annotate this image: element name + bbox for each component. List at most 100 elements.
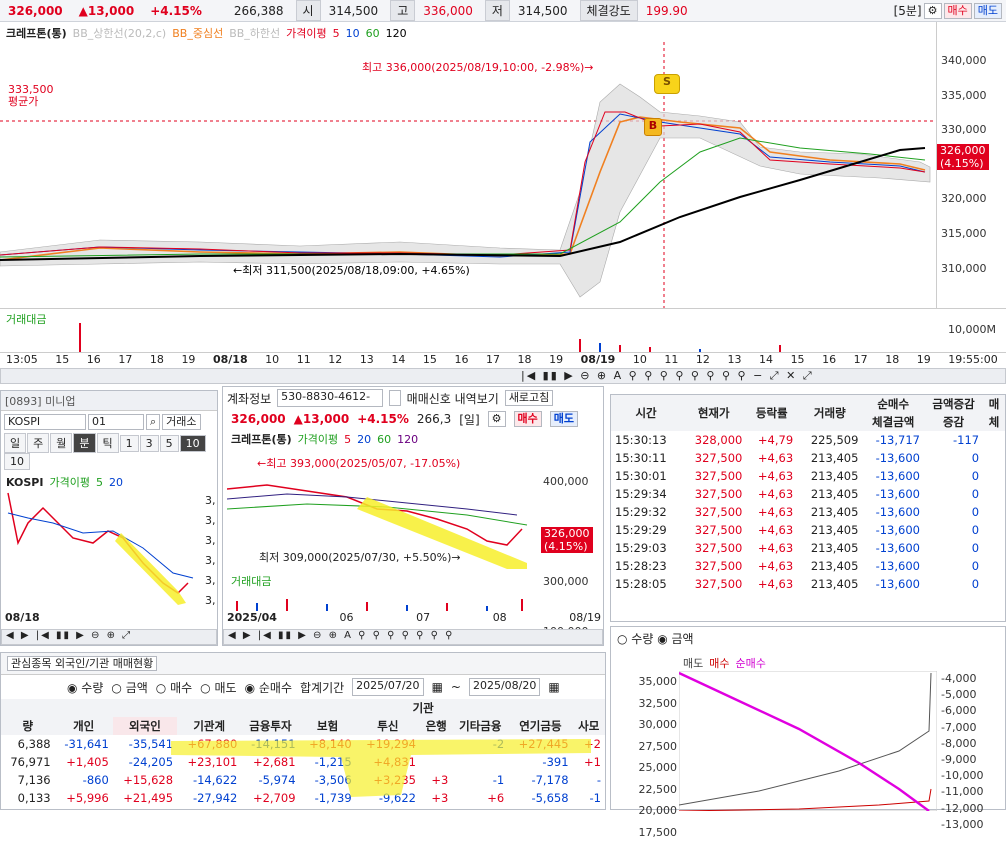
search-icon[interactable]: ⌕	[146, 414, 160, 430]
investor-tab-row: 관심종목 외국인/기관 매매현황	[1, 653, 605, 675]
tick-cell: 328,000	[681, 431, 746, 449]
tab-minute[interactable]: 분	[73, 433, 95, 453]
flow-right-axis: -4,000-5,000-6,000-7,000-8,000-9,000-10,…	[941, 671, 983, 833]
col-extra[interactable]: 매	[983, 395, 1005, 413]
gear-icon[interactable]: ⚙	[488, 411, 506, 427]
mini-price-tag-value: 326,000	[544, 527, 590, 540]
refresh-button[interactable]: 새로고침	[505, 390, 553, 406]
change-rate: +4.15%	[142, 4, 210, 18]
tab-week[interactable]: 주	[27, 433, 49, 453]
inv-col-header[interactable]: 개인	[55, 717, 113, 735]
y-label: 310,000	[941, 252, 987, 287]
mini-x-label: 08	[493, 611, 507, 624]
tick-row[interactable]: 15:29:29327,500+4,63213,405-13,6000	[611, 521, 1005, 539]
date-from-input[interactable]: 2025/07/20	[352, 678, 423, 696]
inv-radio-net[interactable]: ◉ 순매수	[245, 679, 292, 696]
tab-5[interactable]: 5	[160, 435, 179, 452]
inv-radio-sell[interactable]: ○ 매도	[200, 679, 236, 696]
tab-1[interactable]: 1	[120, 435, 139, 452]
index-name-input[interactable]: KOSPI	[4, 414, 86, 430]
flow-plot[interactable]	[679, 671, 937, 811]
col-net-buy[interactable]: 순매수	[862, 395, 924, 413]
inv-col-header[interactable]: 기타금융	[452, 717, 508, 735]
tick-row[interactable]: 15:29:34327,500+4,63213,405-13,6000	[611, 485, 1005, 503]
chart-toolbar-icons[interactable]: |◀ ▮▮ ▶ ⊖ ⊕ A ⚲ ⚲ ⚲ ⚲ ⚲ ⚲ ⚲ ⚲ − ⤢ ✕ ⤢	[521, 369, 814, 383]
tab-10[interactable]: 10	[180, 435, 206, 452]
tick-cell: -13,600	[862, 521, 924, 539]
col-amount-change[interactable]: 금액증감	[924, 395, 983, 413]
inv-col-header[interactable]: 량	[1, 717, 55, 735]
account-select[interactable]: 530-8830-4612-	[277, 389, 383, 407]
tick-row[interactable]: 15:30:01327,500+4,63213,405-13,6000	[611, 467, 1005, 485]
flow-right-label: -11,000	[941, 784, 983, 800]
gear-icon[interactable]: ⚙	[924, 3, 942, 19]
inv-col-header[interactable]: 기관계	[177, 717, 241, 735]
time-axis: 13:05 15 16 17 18 19 08/18 10 11 12 13 1…	[0, 352, 1006, 368]
col-volume[interactable]: 거래량	[797, 395, 862, 431]
tick-cell: +4,63	[746, 485, 797, 503]
kospi-scrollbar[interactable]: ◀ ▶ |◀ ▮▮ ▶ ⊖ ⊕ ⤢	[1, 629, 217, 645]
signal-history-label[interactable]: 매매신호 내역보기	[407, 390, 499, 407]
legend-ma-label[interactable]: 가격이평	[286, 25, 326, 41]
tick-cell: +4,79	[746, 431, 797, 449]
tick-cell: 15:30:11	[611, 449, 681, 467]
inv-col-header[interactable]: 금융투자	[241, 717, 299, 735]
buy-button[interactable]: 매수	[944, 3, 972, 19]
mini-buy-button[interactable]: 매수	[514, 411, 542, 427]
inv-col-header[interactable]: 연기금등	[508, 717, 572, 735]
buy-signal-icon[interactable]: B	[644, 118, 662, 136]
kospi-plot[interactable]	[3, 483, 203, 608]
sell-button[interactable]: 매도	[974, 3, 1002, 19]
tab-tick[interactable]: 틱	[97, 433, 119, 453]
tab-month[interactable]: 월	[50, 433, 72, 453]
inv-cell: 0,133	[1, 789, 55, 807]
interval-select[interactable]: 10	[4, 453, 30, 470]
inv-col-header[interactable]: 투신	[356, 717, 420, 735]
inv-radio-buy[interactable]: ○ 매수	[156, 679, 192, 696]
legend-bb-mid[interactable]: BB_중심선	[172, 25, 223, 41]
exchange-select[interactable]: 거래소	[162, 414, 200, 430]
chart-scrollbar[interactable]: |◀ ▮▮ ▶ ⊖ ⊕ A ⚲ ⚲ ⚲ ⚲ ⚲ ⚲ ⚲ ⚲ − ⤢ ✕ ⤢	[0, 368, 1006, 384]
inv-radio-amt[interactable]: ○ 금액	[111, 679, 147, 696]
inv-col-header[interactable]: 보험	[300, 717, 356, 735]
radio-quantity[interactable]: ○ 수량	[617, 632, 653, 646]
tick-row[interactable]: 15:29:32327,500+4,63213,405-13,6000	[611, 503, 1005, 521]
x-label: 08/18	[213, 353, 248, 368]
tab-day[interactable]: 일	[4, 433, 26, 453]
legend-bb-lower[interactable]: BB_하한선	[229, 25, 280, 41]
period-label[interactable]: [5분]	[892, 2, 924, 19]
y-label: 315,000	[941, 217, 987, 252]
sell-signal-icon[interactable]: S	[654, 74, 680, 94]
investor-tab[interactable]: 관심종목 외국인/기관 매매현황	[7, 656, 157, 671]
inv-col-header[interactable]: 사모	[573, 717, 605, 735]
inv-cell: -31,641	[55, 735, 113, 753]
index-code-input[interactable]: 01	[88, 414, 144, 430]
calendar-icon[interactable]: ▦	[548, 680, 559, 694]
col-rate[interactable]: 등락률	[746, 395, 797, 431]
inv-col-header[interactable]: 외국인	[113, 717, 177, 735]
inv-col-header[interactable]: 은행	[420, 717, 452, 735]
inv-radio-qty[interactable]: ◉ 수량	[67, 679, 103, 696]
inv-radio-qty-label: 수량	[81, 681, 103, 695]
mini-x-label: 07	[416, 611, 430, 624]
tick-cell: +4,63	[746, 503, 797, 521]
flow-legend: 매도 매수 순매수	[683, 655, 766, 671]
radio-amount[interactable]: ◉ 금액	[657, 632, 693, 646]
x-label: 17	[486, 353, 500, 368]
checkbox[interactable]	[389, 390, 401, 406]
legend-ma10: 10	[346, 27, 360, 40]
mini-scrollbar[interactable]: ◀ ▶ |◀ ▮▮ ▶ ⊖ ⊕ A ⚲ ⚲ ⚲ ⚲ ⚲ ⚲ ⚲	[223, 629, 603, 645]
mini-sell-button[interactable]: 매도	[550, 411, 578, 427]
col-time[interactable]: 시간	[611, 395, 681, 431]
calendar-icon[interactable]: ▦	[432, 680, 443, 694]
tick-row[interactable]: 15:30:13328,000+4,79225,509-13,717-117	[611, 431, 1005, 449]
legend-bb-upper[interactable]: BB_상한선(20,2,c)	[73, 25, 167, 41]
tick-row[interactable]: 15:28:05327,500+4,63213,405-13,6000	[611, 575, 1005, 593]
tick-row[interactable]: 15:29:03327,500+4,63213,405-13,6000	[611, 539, 1005, 557]
tick-row[interactable]: 15:30:11327,500+4,63213,405-13,6000	[611, 449, 1005, 467]
tick-row[interactable]: 15:28:23327,500+4,63213,405-13,6000	[611, 557, 1005, 575]
col-price[interactable]: 현재가	[681, 395, 746, 431]
tab-3[interactable]: 3	[140, 435, 159, 452]
date-to-input[interactable]: 2025/08/20	[469, 678, 540, 696]
tick-cell: 213,405	[797, 503, 862, 521]
